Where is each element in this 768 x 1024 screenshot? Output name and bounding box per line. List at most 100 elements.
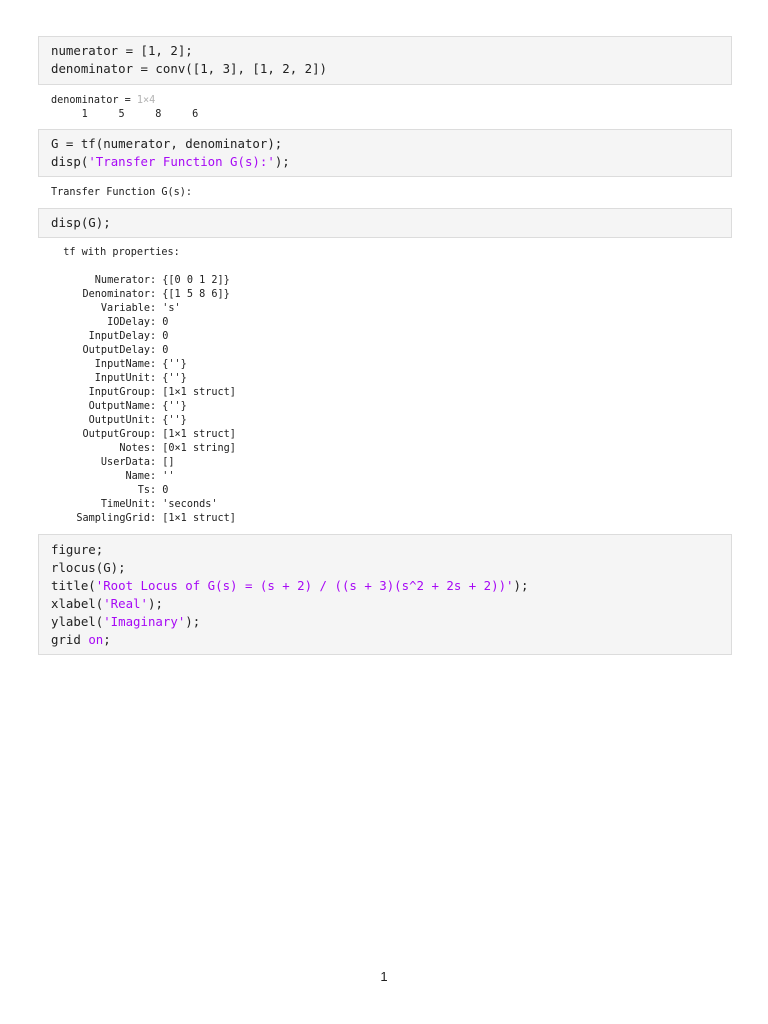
code-line: disp('Transfer Function G(s):'); bbox=[51, 153, 719, 171]
page-number: 1 bbox=[380, 969, 388, 984]
tf-property-value: [1×1 struct] bbox=[162, 429, 236, 440]
tf-property-name: OutputDelay bbox=[82, 345, 150, 356]
tf-property-row: Name: '' bbox=[51, 470, 236, 484]
tf-property-value: {[1 5 8 6]} bbox=[162, 289, 230, 300]
tf-property-value: 's' bbox=[162, 303, 181, 314]
tf-property-row: SamplingGrid: [1×1 struct] bbox=[51, 512, 236, 526]
code-text: ); bbox=[185, 614, 201, 629]
tf-property-value: {[0 0 1 2]} bbox=[162, 275, 230, 286]
tf-property-row: OutputGroup: [1×1 struct] bbox=[51, 428, 236, 442]
tf-property-value: 0 bbox=[162, 485, 169, 496]
tf-property-name: Denominator bbox=[82, 289, 150, 300]
tf-property-value: {''} bbox=[162, 373, 187, 384]
code-text: ); bbox=[274, 154, 290, 169]
tf-property-row: IODelay: 0 bbox=[51, 316, 236, 330]
tf-property-name: OutputGroup bbox=[82, 429, 150, 440]
code-text: disp(G); bbox=[51, 215, 111, 230]
code-text: G = tf(numerator, denominator); bbox=[51, 136, 283, 151]
tf-property-value: 0 bbox=[162, 345, 169, 356]
code-line: xlabel('Real'); bbox=[51, 595, 719, 613]
tf-property-row: Notes: [0×1 string] bbox=[51, 442, 236, 456]
tf-property-value: {''} bbox=[162, 359, 187, 370]
separator: : bbox=[150, 345, 163, 356]
separator: : bbox=[150, 443, 163, 454]
code-text: figure; bbox=[51, 542, 104, 557]
tf-property-name: InputName bbox=[94, 359, 150, 370]
separator: : bbox=[150, 415, 163, 426]
code-text: title( bbox=[51, 578, 96, 593]
code-text: disp( bbox=[51, 154, 89, 169]
separator: : bbox=[150, 513, 163, 524]
tf-property-row: OutputUnit: {''} bbox=[51, 414, 236, 428]
tf-header: tf with properties: bbox=[51, 247, 180, 258]
tf-property-row: Denominator: {[1 5 8 6]} bbox=[51, 288, 236, 302]
tf-property-name: OutputUnit bbox=[88, 415, 150, 426]
tf-property-name: Numerator bbox=[94, 275, 150, 286]
code-string: 'Transfer Function G(s):' bbox=[88, 154, 275, 169]
tf-property-name: Ts bbox=[137, 485, 150, 496]
code-text: ); bbox=[147, 596, 163, 611]
tf-property-value: 'seconds' bbox=[162, 499, 218, 510]
tf-property-row: InputUnit: {''} bbox=[51, 372, 236, 386]
tf-property-row: UserData: [] bbox=[51, 456, 236, 470]
code-text: ; bbox=[103, 632, 111, 647]
code-cell-2[interactable]: G = tf(numerator, denominator); disp('Tra… bbox=[38, 129, 732, 177]
tf-property-row: Ts: 0 bbox=[51, 484, 236, 498]
tf-property-name: TimeUnit bbox=[100, 499, 150, 510]
tf-property-name: OutputName bbox=[88, 401, 150, 412]
output-size: 1×4 bbox=[136, 95, 156, 106]
separator: : bbox=[150, 471, 163, 482]
separator: : bbox=[150, 317, 163, 328]
tf-property-row: InputGroup: [1×1 struct] bbox=[51, 386, 236, 400]
tf-property-value: 0 bbox=[162, 331, 169, 342]
tf-property-name: Variable bbox=[100, 303, 150, 314]
tf-property-value: '' bbox=[162, 471, 175, 482]
separator: : bbox=[150, 499, 163, 510]
tf-property-row: Numerator: {[0 0 1 2]} bbox=[51, 274, 236, 288]
separator: : bbox=[150, 289, 163, 300]
tf-property-name: InputGroup bbox=[88, 387, 150, 398]
tf-property-row: Variable: 's' bbox=[51, 302, 236, 316]
tf-property-name: IODelay bbox=[107, 317, 150, 328]
code-line: title('Root Locus of G(s) = (s + 2) / ((… bbox=[51, 577, 719, 595]
tf-property-row: OutputName: {''} bbox=[51, 400, 236, 414]
separator: : bbox=[150, 275, 163, 286]
code-string: 'Imaginary' bbox=[103, 614, 186, 629]
tf-property-name: SamplingGrid bbox=[76, 513, 150, 524]
code-cell-3[interactable]: disp(G); bbox=[38, 208, 732, 238]
code-text: denominator = conv([1, 3], [1, 2, 2]) bbox=[51, 61, 328, 76]
separator: : bbox=[150, 401, 163, 412]
code-text: rlocus(G); bbox=[51, 560, 126, 575]
output-variable-label: denominator = bbox=[51, 95, 137, 106]
tf-property-name: InputDelay bbox=[88, 331, 150, 342]
code-line: disp(G); bbox=[51, 214, 719, 232]
tf-property-value: [0×1 string] bbox=[162, 443, 236, 454]
code-line: rlocus(G); bbox=[51, 559, 719, 577]
tf-property-value: 0 bbox=[162, 317, 169, 328]
code-text: numerator = [1, 2]; bbox=[51, 43, 193, 58]
output-transfer-function-text: Transfer Function G(s): bbox=[51, 187, 193, 198]
output-tf-properties: tf with properties: Numerator: {[0 0 1 2… bbox=[51, 246, 236, 526]
tf-property-row: InputName: {''} bbox=[51, 358, 236, 372]
code-line: figure; bbox=[51, 541, 719, 559]
code-line: denominator = conv([1, 3], [1, 2, 2]) bbox=[51, 60, 719, 78]
code-text: grid bbox=[51, 632, 89, 647]
code-line: ylabel('Imaginary'); bbox=[51, 613, 719, 631]
tf-property-value: [] bbox=[162, 457, 175, 468]
code-text: xlabel( bbox=[51, 596, 104, 611]
separator: : bbox=[150, 373, 163, 384]
tf-property-name: InputUnit bbox=[94, 373, 150, 384]
tf-property-name: Name bbox=[125, 471, 150, 482]
output-values: 1 5 8 6 bbox=[51, 109, 199, 120]
code-cell-1[interactable]: numerator = [1, 2]; denominator = conv([1… bbox=[38, 36, 732, 85]
code-string: 'Root Locus of G(s) = (s + 2) / ((s + 3)… bbox=[95, 578, 514, 593]
separator: : bbox=[150, 359, 163, 370]
code-cell-4[interactable]: figure; rlocus(G); title('Root Locus of G(… bbox=[38, 534, 732, 655]
code-string: on bbox=[88, 632, 104, 647]
separator: : bbox=[150, 387, 163, 398]
code-line: grid on; bbox=[51, 631, 719, 649]
code-line: G = tf(numerator, denominator); bbox=[51, 135, 719, 153]
tf-property-value: {''} bbox=[162, 415, 187, 426]
output-denominator: denominator = 1×4 1 5 8 6 bbox=[51, 94, 198, 122]
tf-property-row: TimeUnit: 'seconds' bbox=[51, 498, 236, 512]
